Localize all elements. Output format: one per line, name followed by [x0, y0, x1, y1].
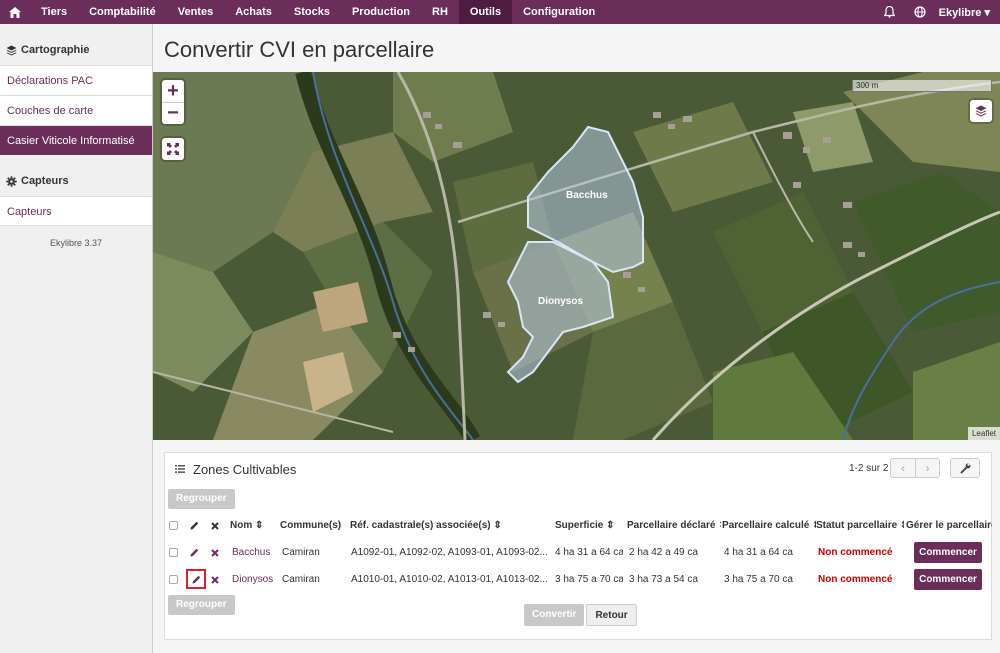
column-header-statut[interactable]: Statut parcellaire ⇕ [816, 512, 904, 539]
footer-actions: Convertir Retour [524, 604, 637, 626]
status-badge: Non commencé [818, 574, 893, 585]
globe-icon[interactable] [905, 0, 935, 24]
bell-icon[interactable] [875, 0, 905, 24]
sidebar-item-capteurs[interactable]: Capteurs [0, 196, 152, 226]
select-all-checkbox[interactable] [169, 521, 178, 530]
table-row: Bacchus Camiran A1092-01, A1092-02, A109… [165, 539, 993, 566]
main-menu: Tiers Comptabilité Ventes Achats Stocks … [30, 0, 606, 24]
row-checkbox[interactable] [169, 575, 178, 584]
nav-stocks[interactable]: Stocks [283, 0, 341, 24]
edit-column-icon [190, 512, 202, 539]
wrench-icon[interactable] [950, 458, 980, 478]
parcel-label-bacchus: Bacchus [566, 190, 608, 201]
pagination: ‹ › [890, 458, 940, 478]
parcel-label-dionysos: Dionysos [538, 296, 584, 307]
sidebar-section-label: Capteurs [21, 175, 69, 187]
edit-icon[interactable] [186, 569, 206, 589]
delete-icon[interactable] [211, 539, 223, 566]
top-navbar: Tiers Comptabilité Ventes Achats Stocks … [0, 0, 1000, 24]
cell-parcellaire-calcule: 3 ha 75 a 70 ca [724, 574, 793, 585]
layers-icon [6, 45, 17, 55]
row-checkbox[interactable] [169, 548, 178, 557]
zone-name-link[interactable]: Bacchus [232, 539, 277, 566]
nav-comptabilite[interactable]: Comptabilité [78, 0, 167, 24]
list-icon [175, 465, 185, 473]
nav-configuration[interactable]: Configuration [512, 0, 606, 24]
delete-icon[interactable] [211, 566, 223, 593]
status-badge: Non commencé [818, 547, 893, 558]
prev-page-button[interactable]: ‹ [891, 459, 915, 477]
sidebar-item-couches-de-carte[interactable]: Couches de carte [0, 95, 152, 125]
map-scale: 300 m [852, 80, 992, 92]
column-header-ref-cadastrale[interactable]: Réf. cadastrale(s) associée(s) ⇕ [350, 512, 550, 539]
map-attribution[interactable]: Leaflet [967, 427, 1000, 440]
cell-commune: Camiran [282, 547, 320, 558]
gear-icon [6, 175, 17, 187]
cell-parcellaire-declare: 2 ha 42 a 49 ca [629, 547, 698, 558]
pagination-count: 1-2 sur 2 [849, 463, 889, 474]
column-header-gerer: Gérer le parcellaire [906, 520, 992, 531]
table-row: Dionysos Camiran A1010-01, A1010-02, A10… [165, 566, 993, 593]
zoom-out-button[interactable]: − [162, 102, 184, 124]
column-header-parcellaire-declare[interactable]: Parcellaire déclaré ⇕ [627, 512, 721, 539]
delete-column-icon [211, 512, 223, 539]
panel-title: Zones Cultivables [193, 462, 297, 477]
app-version: Ekylibre 3.37 [49, 238, 103, 248]
sidebar: Cartographie Déclarations PAC Couches de… [0, 24, 153, 653]
group-button-bottom[interactable]: Regrouper [168, 595, 235, 615]
nav-outils[interactable]: Outils [458, 0, 513, 24]
sidebar-section-cartographie: Cartographie [0, 35, 152, 65]
satellite-imagery [153, 72, 1000, 440]
start-button[interactable]: Commencer [914, 542, 982, 563]
column-header-commune[interactable]: Commune(s) ⇕ [280, 512, 345, 539]
cell-ref-cadastrale: A1092-01, A1092-02, A1093-01, A1093-02..… [351, 547, 548, 558]
table-header: Nom ⇕ Commune(s) ⇕ Réf. cadastrale(s) as… [165, 512, 993, 539]
nav-achats[interactable]: Achats [224, 0, 283, 24]
cell-ref-cadastrale: A1010-01, A1010-02, A1013-01, A1013-02..… [351, 574, 548, 585]
column-header-superficie[interactable]: Superficie ⇕ [555, 512, 623, 539]
home-icon[interactable] [0, 0, 30, 24]
column-header-parcellaire-calcule[interactable]: Parcellaire calculé ⇕ [722, 512, 816, 539]
back-button[interactable]: Retour [586, 604, 637, 626]
column-header-nom[interactable]: Nom ⇕ [230, 512, 275, 539]
group-button-top[interactable]: Regrouper [168, 489, 235, 509]
sidebar-section-capteurs: Capteurs [0, 166, 152, 196]
zoom-control: + − [162, 80, 184, 124]
cell-parcellaire-declare: 3 ha 73 a 54 ca [629, 574, 698, 585]
edit-icon[interactable] [190, 539, 202, 566]
zoom-in-button[interactable]: + [162, 80, 184, 102]
next-page-button[interactable]: › [914, 459, 939, 477]
cell-superficie: 3 ha 75 a 70 ca [555, 574, 623, 585]
cell-commune: Camiran [282, 574, 320, 585]
main-content: Convertir CVI en parcellaire Bacchus Dio… [153, 24, 1000, 653]
nav-ventes[interactable]: Ventes [167, 0, 224, 24]
cell-parcellaire-calcule: 4 ha 31 a 64 ca [724, 547, 793, 558]
convert-button[interactable]: Convertir [524, 604, 585, 626]
sidebar-item-casier-viticole[interactable]: Casier Viticole Informatisé [0, 125, 152, 155]
sidebar-section-label: Cartographie [21, 44, 90, 56]
panel-header: Zones Cultivables 1-2 sur 2 ‹ › [165, 453, 991, 483]
nav-production[interactable]: Production [341, 0, 421, 24]
cell-superficie: 4 ha 31 a 64 ca [555, 547, 623, 558]
layers-control-icon[interactable] [970, 100, 992, 122]
page-title: Convertir CVI en parcellaire [164, 37, 435, 62]
zone-name-link[interactable]: Dionysos [232, 566, 277, 593]
start-button[interactable]: Commencer [914, 569, 982, 590]
nav-rh[interactable]: RH [421, 0, 459, 24]
nav-tiers[interactable]: Tiers [30, 0, 78, 24]
user-menu[interactable]: Ekylibre ▾ [935, 6, 1000, 19]
fullscreen-icon[interactable] [162, 138, 184, 160]
sidebar-item-declarations-pac[interactable]: Déclarations PAC [0, 65, 152, 95]
map[interactable]: Bacchus Dionysos + − 300 m Leaflet [153, 72, 1000, 440]
